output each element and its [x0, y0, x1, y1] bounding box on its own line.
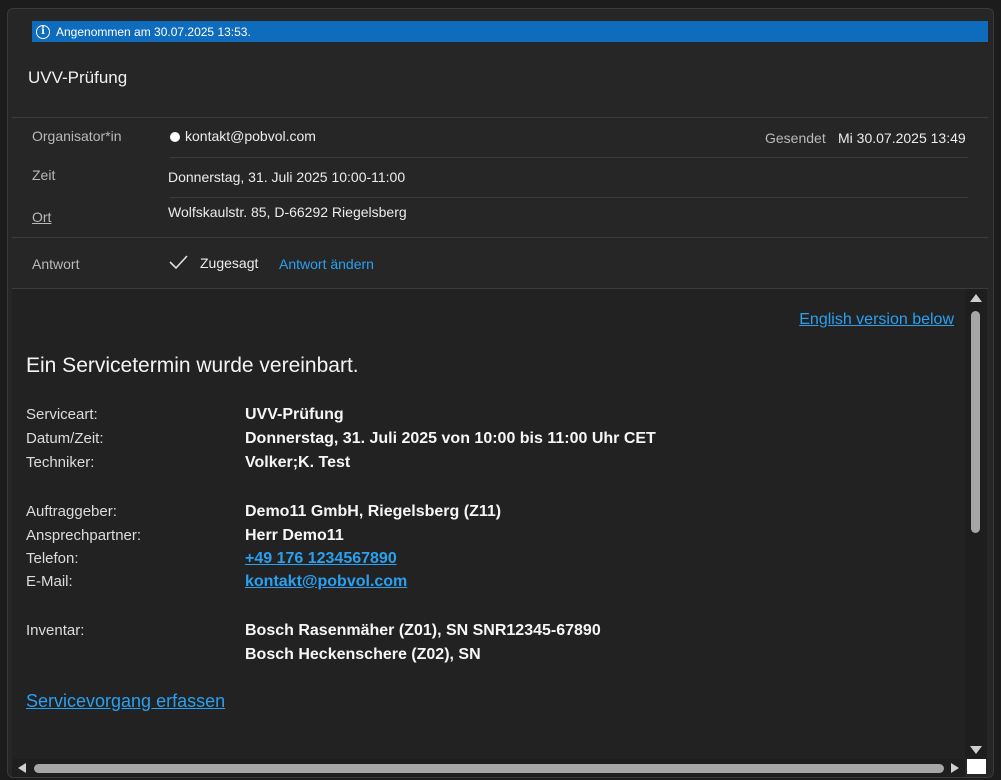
field-label: Datum/Zeit: [26, 430, 104, 447]
sent-value: Mi 30.07.2025 13:49 [838, 130, 966, 146]
field-label: Telefon: [26, 550, 79, 567]
field-row-inventar-2: Bosch Heckenschere (Z02), SN [26, 646, 956, 670]
field-row-datum: Datum/Zeit: Donnerstag, 31. Juli 2025 vo… [26, 430, 956, 454]
divider [12, 237, 988, 238]
phone-link[interactable]: +49 176 1234567890 [245, 550, 397, 568]
info-bar: i Angenommen am 30.07.2025 13:53. [32, 21, 988, 42]
vertical-scroll-thumb[interactable] [971, 311, 980, 533]
organizer-value[interactable]: kontakt@pobvol.com [170, 128, 316, 144]
meeting-subject: UVV-Prüfung [28, 68, 128, 87]
change-response-link[interactable]: Antwort ändern [279, 256, 374, 272]
scroll-down-icon[interactable] [970, 746, 982, 754]
scroll-right-icon[interactable] [951, 763, 959, 773]
email-link[interactable]: kontakt@pobvol.com [245, 573, 407, 591]
presence-icon [170, 132, 180, 142]
field-value: Herr Demo11 [245, 527, 344, 544]
field-label: Techniker: [26, 454, 95, 471]
location-value[interactable]: Wolfskaulstr. 85, D-66292 Riegelsberg [168, 204, 407, 220]
checkmark-icon [169, 255, 188, 270]
field-label: Serviceart: [26, 406, 98, 423]
field-value: Volker;K. Test [245, 454, 351, 471]
organizer-email[interactable]: kontakt@pobvol.com [185, 128, 316, 144]
field-row-email: E-Mail: kontakt@pobvol.com [26, 573, 956, 597]
field-row-auftraggeber: Auftraggeber: Demo11 GmbH, Riegelsberg (… [26, 503, 956, 527]
field-label: Inventar: [26, 622, 85, 639]
info-icon: i [36, 24, 50, 39]
field-row-serviceart: Serviceart: UVV-Prüfung [26, 406, 956, 430]
scrollbar-corner [967, 759, 986, 774]
scroll-left-icon[interactable] [18, 763, 26, 773]
divider [170, 197, 968, 198]
response-label: Antwort [32, 256, 80, 272]
message-body: English version below Ein Servicetermin … [12, 289, 965, 759]
field-value: UVV-Prüfung [245, 406, 344, 423]
field-value: Demo11 GmbH, Riegelsberg (Z11) [245, 503, 502, 520]
field-value: Bosch Heckenschere (Z02), SN [245, 646, 481, 663]
english-version-link[interactable]: English version below [799, 311, 954, 329]
field-label: Auftraggeber: [26, 503, 117, 520]
sent-label: Gesendet [765, 130, 826, 146]
organizer-label: Organisator*in [32, 128, 122, 144]
meeting-response-window: i Angenommen am 30.07.2025 13:53. UVV-Pr… [7, 8, 994, 778]
time-value: Donnerstag, 31. Juli 2025 10:00-11:00 [168, 169, 406, 185]
service-record-link[interactable]: Servicevorgang erfassen [26, 691, 225, 712]
field-value: Bosch Rasenmäher (Z01), SN SNR12345-6789… [245, 622, 601, 639]
info-bar-text: Angenommen am 30.07.2025 13:53. [56, 24, 251, 39]
time-label: Zeit [32, 167, 56, 183]
field-label: Ansprechpartner: [26, 527, 142, 544]
field-row-telefon: Telefon: +49 176 1234567890 [26, 550, 956, 574]
response-value: Zugesagt [200, 255, 259, 271]
field-value: Donnerstag, 31. Juli 2025 von 10:00 bis … [245, 430, 656, 447]
field-row-ansprechpartner: Ansprechpartner: Herr Demo11 [26, 527, 956, 551]
horizontal-scroll-thumb[interactable] [34, 764, 944, 773]
field-label: E-Mail: [26, 573, 73, 590]
scroll-up-icon[interactable] [970, 294, 982, 302]
location-label: Ort [32, 209, 52, 225]
field-row-techniker: Techniker: Volker;K. Test [26, 454, 956, 478]
vertical-scrollbar[interactable] [965, 289, 987, 759]
divider [170, 157, 968, 158]
body-headline: Ein Servicetermin wurde vereinbart. [26, 354, 359, 377]
divider [12, 117, 988, 118]
horizontal-scrollbar[interactable] [12, 759, 965, 777]
field-row-inventar: Inventar: Bosch Rasenmäher (Z01), SN SNR… [26, 622, 956, 646]
